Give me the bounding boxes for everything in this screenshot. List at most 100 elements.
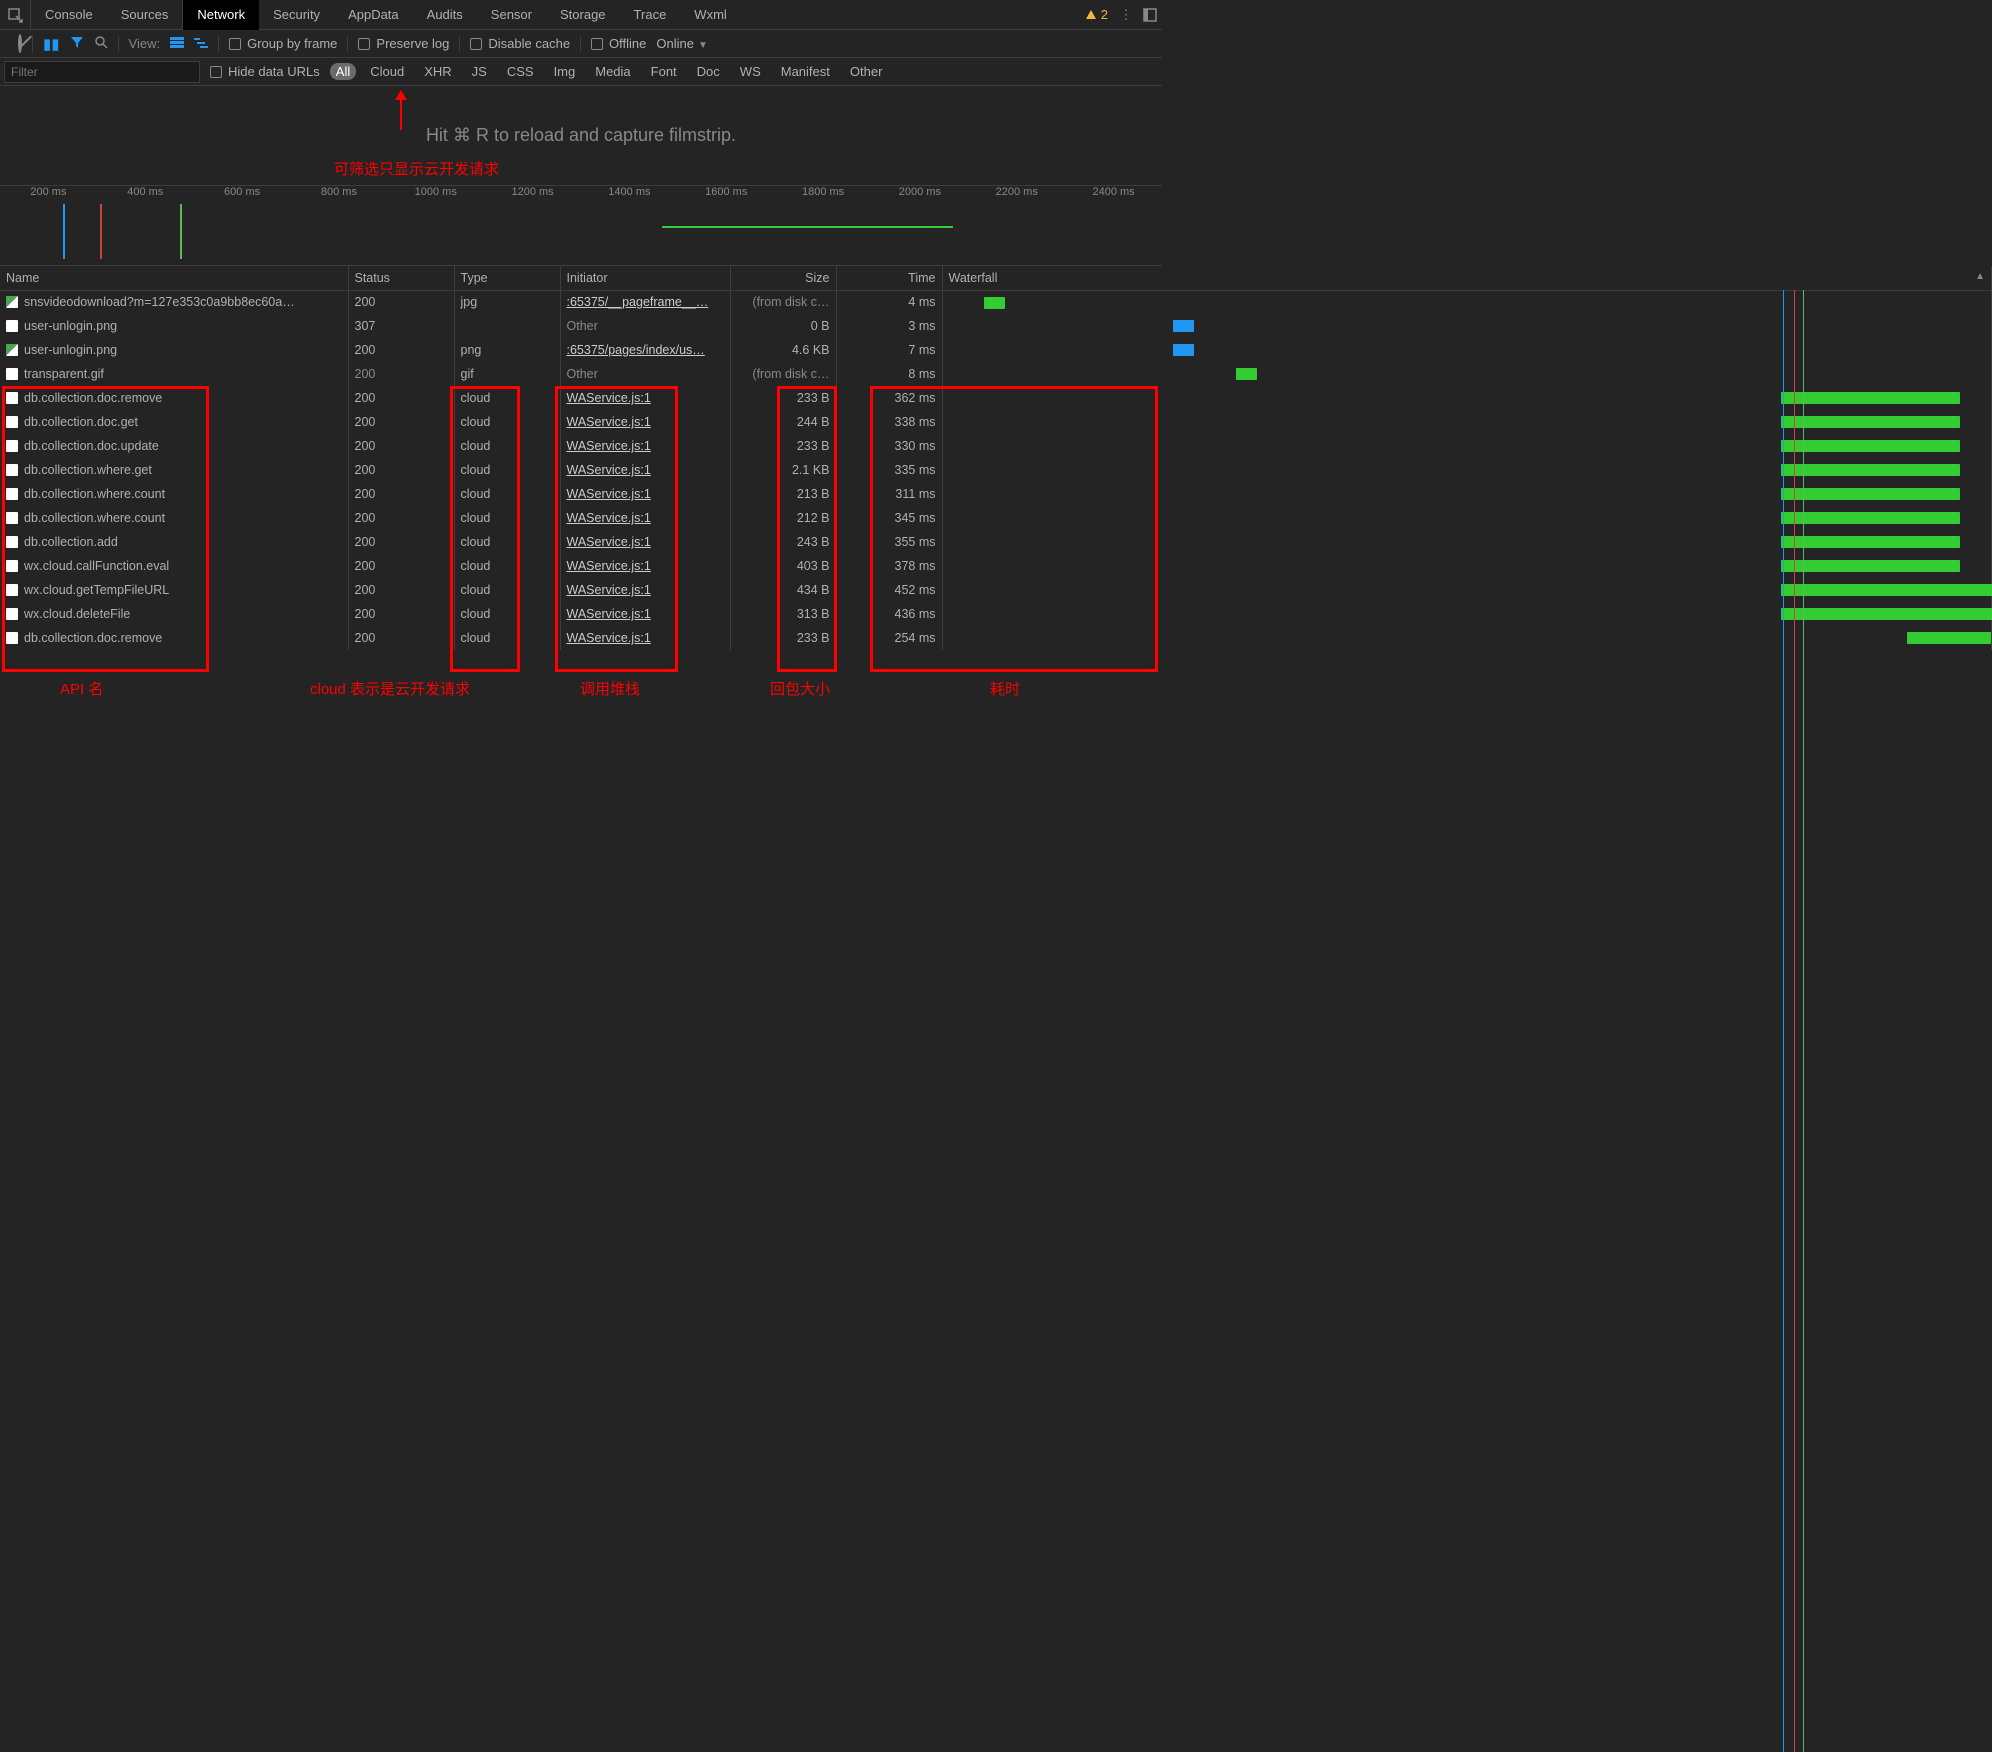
filter-type-ws[interactable]: WS — [734, 63, 767, 80]
tab-security[interactable]: Security — [259, 0, 334, 30]
cell-initiator[interactable]: WAService.js:1 — [560, 458, 730, 482]
tab-audits[interactable]: Audits — [413, 0, 477, 30]
inspect-icon[interactable] — [0, 7, 30, 23]
column-name[interactable]: Name — [0, 266, 348, 290]
column-status[interactable]: Status — [348, 266, 454, 290]
disable-cache-checkbox[interactable]: Disable cache — [470, 36, 570, 51]
filter-type-media[interactable]: Media — [589, 63, 636, 80]
request-row[interactable]: db.collection.doc.update200cloudWAServic… — [0, 434, 1992, 458]
filter-type-img[interactable]: Img — [548, 63, 582, 80]
filter-input[interactable] — [4, 61, 200, 83]
offline-checkbox[interactable]: Offline — [591, 36, 646, 51]
waterfall-view-icon[interactable] — [194, 36, 208, 52]
cell-initiator[interactable]: WAService.js:1 — [560, 506, 730, 530]
request-row[interactable]: snsvideodownload?m=127e353c0a9bb8ec60a…2… — [0, 290, 1992, 314]
request-row[interactable]: db.collection.doc.get200cloudWAService.j… — [0, 410, 1992, 434]
overview-timeline[interactable]: 200 ms400 ms600 ms800 ms1000 ms1200 ms14… — [0, 186, 1162, 266]
filter-icon[interactable] — [70, 35, 84, 53]
hide-data-urls-checkbox[interactable]: Hide data URLs — [210, 64, 320, 79]
tab-sensor[interactable]: Sensor — [477, 0, 546, 30]
request-row[interactable]: wx.cloud.callFunction.eval200cloudWAServ… — [0, 554, 1992, 578]
cell-initiator[interactable]: WAService.js:1 — [560, 626, 730, 650]
request-row[interactable]: db.collection.doc.remove200cloudWAServic… — [0, 386, 1992, 410]
search-icon[interactable] — [94, 35, 108, 53]
large-rows-icon[interactable] — [170, 36, 184, 52]
filter-type-cloud[interactable]: Cloud — [364, 63, 410, 80]
column-waterfall[interactable]: Waterfall▲ — [942, 266, 1992, 290]
warnings-count: 2 — [1101, 7, 1108, 22]
filter-type-all[interactable]: All — [330, 63, 356, 80]
cell-type: cloud — [454, 410, 560, 434]
request-row[interactable]: db.collection.where.count200cloudWAServi… — [0, 506, 1992, 530]
cell-size: 4.6 KB — [730, 338, 836, 362]
cell-waterfall — [942, 434, 1992, 458]
tab-appdata[interactable]: AppData — [334, 0, 413, 30]
request-row[interactable]: db.collection.where.count200cloudWAServi… — [0, 482, 1992, 506]
filter-type-other[interactable]: Other — [844, 63, 889, 80]
request-row[interactable]: user-unlogin.png200png:65375/pages/index… — [0, 338, 1992, 362]
request-row[interactable]: wx.cloud.getTempFileURL200cloudWAService… — [0, 578, 1992, 602]
timeline-tick: 1000 ms — [415, 186, 457, 198]
cell-waterfall — [942, 602, 1992, 626]
cell-initiator[interactable]: WAService.js:1 — [560, 482, 730, 506]
tab-console[interactable]: Console — [31, 0, 107, 30]
timeline-tick: 1600 ms — [705, 186, 747, 198]
screenshot-icon[interactable]: ▮▮ — [43, 35, 60, 53]
file-icon — [6, 368, 18, 380]
request-row[interactable]: db.collection.add200cloudWAService.js:12… — [0, 530, 1992, 554]
tab-network[interactable]: Network — [183, 0, 259, 30]
request-row[interactable]: db.collection.where.get200cloudWAService… — [0, 458, 1992, 482]
cell-name: db.collection.where.count — [0, 482, 348, 506]
file-icon — [6, 632, 18, 644]
cell-size: 212 B — [730, 506, 836, 530]
tab-wxml[interactable]: Wxml — [680, 0, 741, 30]
annot-label-cloud: cloud 表示是云开发请求 — [310, 678, 470, 699]
cell-initiator[interactable]: WAService.js:1 — [560, 554, 730, 578]
kebab-menu-icon[interactable]: ⋮ — [1114, 7, 1138, 23]
filter-type-font[interactable]: Font — [645, 63, 683, 80]
cell-initiator[interactable]: :65375/pages/index/us… — [560, 338, 730, 362]
dock-icon[interactable] — [1138, 8, 1162, 22]
filter-type-manifest[interactable]: Manifest — [775, 63, 836, 80]
cell-initiator[interactable]: WAService.js:1 — [560, 386, 730, 410]
throttling-dropdown[interactable]: Online▼ — [656, 36, 707, 51]
cell-initiator[interactable]: :65375/__pageframe__… — [560, 290, 730, 314]
tab-sources[interactable]: Sources — [107, 0, 184, 30]
cell-type: png — [454, 338, 560, 362]
timeline-tick: 2400 ms — [1092, 186, 1134, 198]
file-icon — [6, 512, 18, 524]
cell-status: 200 — [348, 530, 454, 554]
waterfall-bar — [1907, 632, 1991, 644]
timeline-tick: 400 ms — [127, 186, 163, 198]
column-initiator[interactable]: Initiator — [560, 266, 730, 290]
cell-size: 434 B — [730, 578, 836, 602]
filter-type-css[interactable]: CSS — [501, 63, 540, 80]
cell-initiator[interactable]: WAService.js:1 — [560, 578, 730, 602]
cell-name: db.collection.doc.update — [0, 434, 348, 458]
clear-button[interactable] — [18, 36, 22, 51]
cell-initiator[interactable]: WAService.js:1 — [560, 602, 730, 626]
preserve-log-checkbox[interactable]: Preserve log — [358, 36, 449, 51]
column-type[interactable]: Type — [454, 266, 560, 290]
warnings-badge[interactable]: 2 — [1079, 7, 1114, 22]
column-size[interactable]: Size — [730, 266, 836, 290]
filter-type-doc[interactable]: Doc — [691, 63, 726, 80]
request-row[interactable]: wx.cloud.deleteFile200cloudWAService.js:… — [0, 602, 1992, 626]
cell-initiator[interactable]: WAService.js:1 — [560, 410, 730, 434]
tab-trace[interactable]: Trace — [620, 0, 681, 30]
tab-storage[interactable]: Storage — [546, 0, 620, 30]
cell-waterfall — [942, 362, 1992, 386]
request-row[interactable]: db.collection.doc.remove200cloudWAServic… — [0, 626, 1992, 650]
request-row[interactable]: user-unlogin.png307Other0 B3 ms — [0, 314, 1992, 338]
group-by-frame-checkbox[interactable]: Group by frame — [229, 36, 337, 51]
timeline-tick: 2200 ms — [996, 186, 1038, 198]
filter-type-xhr[interactable]: XHR — [418, 63, 457, 80]
cell-type: gif — [454, 362, 560, 386]
column-time[interactable]: Time — [836, 266, 942, 290]
cell-status: 200 — [348, 362, 454, 386]
cell-name: db.collection.doc.get — [0, 410, 348, 434]
request-row[interactable]: transparent.gif200gifOther(from disk c…8… — [0, 362, 1992, 386]
filter-type-js[interactable]: JS — [466, 63, 493, 80]
cell-initiator[interactable]: WAService.js:1 — [560, 530, 730, 554]
cell-initiator[interactable]: WAService.js:1 — [560, 434, 730, 458]
